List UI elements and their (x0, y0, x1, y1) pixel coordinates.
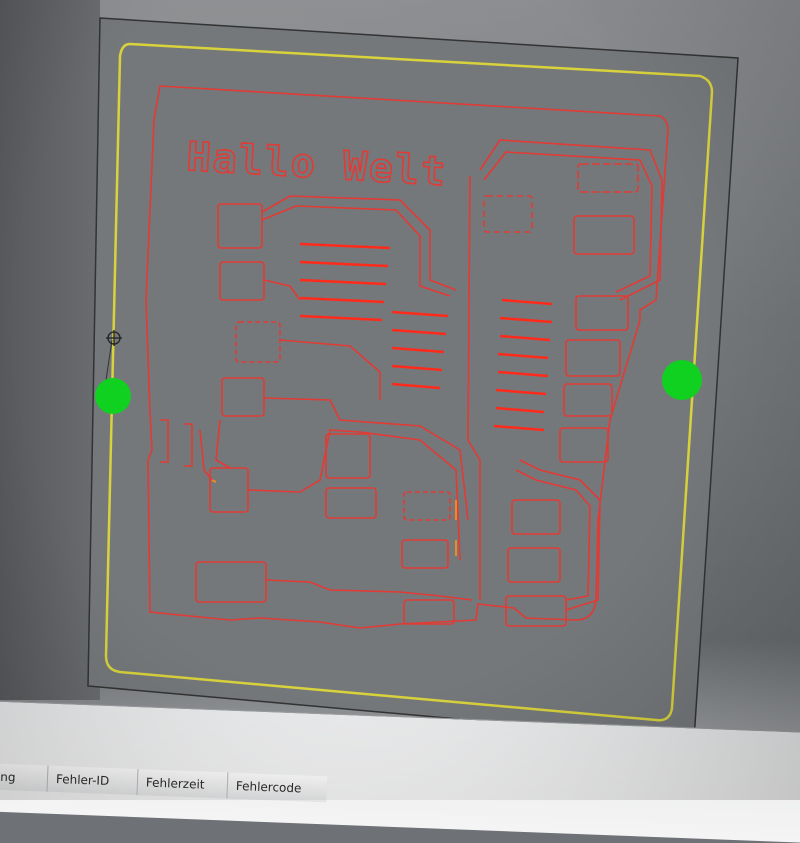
column-header-description[interactable]: bung (0, 762, 48, 792)
fiducial-left[interactable] (95, 378, 131, 414)
column-header-error-code[interactable]: Fehlercode (226, 772, 328, 803)
board-frame (87, 17, 739, 741)
fiducial-right[interactable] (662, 360, 702, 400)
pcb-board (87, 17, 739, 741)
pcb-canvas[interactable]: Hallo Welt (0, 0, 800, 800)
column-header-error-time[interactable]: Fehlerzeit (136, 769, 228, 799)
column-header-error-id[interactable]: Fehler-ID (46, 765, 138, 796)
